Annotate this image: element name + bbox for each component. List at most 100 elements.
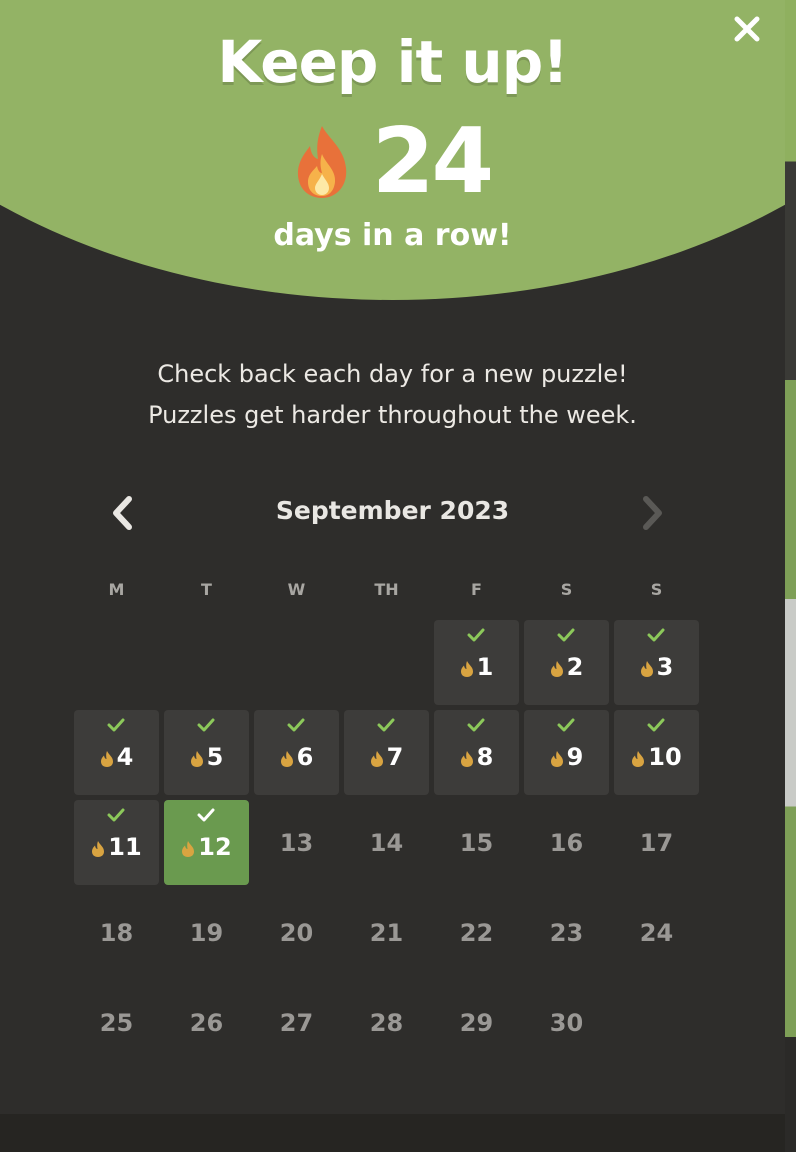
calendar-day: 18 bbox=[74, 890, 159, 975]
flame-icon bbox=[280, 750, 293, 767]
info-line-1: Check back each day for a new puzzle! bbox=[157, 360, 628, 388]
fire-icon bbox=[297, 126, 347, 198]
calendar-day: 20 bbox=[254, 890, 339, 975]
background-window-edge bbox=[785, 0, 796, 1152]
day-number: 22 bbox=[459, 918, 494, 947]
day-number: 17 bbox=[639, 828, 674, 857]
flame-icon bbox=[92, 840, 105, 857]
check-icon bbox=[287, 718, 305, 732]
calendar-day[interactable]: 12 bbox=[164, 800, 249, 885]
calendar-day[interactable]: 8 bbox=[434, 710, 519, 795]
day-number: 25 bbox=[99, 1008, 134, 1037]
next-month-button[interactable] bbox=[631, 490, 675, 536]
day-number: 4 bbox=[116, 742, 134, 771]
info-line-2: Puzzles get harder throughout the week. bbox=[148, 401, 637, 429]
streak-counter: 24 bbox=[0, 112, 785, 212]
weekday-label: S bbox=[650, 580, 663, 599]
day-number: 28 bbox=[369, 1008, 404, 1037]
streak-unit-label: days in a row! bbox=[273, 218, 512, 253]
day-number: 11 bbox=[108, 832, 142, 861]
calendar-day: 21 bbox=[344, 890, 429, 975]
flame-icon bbox=[370, 750, 383, 767]
calendar-day-content: 5 bbox=[190, 743, 223, 771]
calendar-day: 16 bbox=[524, 800, 609, 885]
calendar-day[interactable]: 4 bbox=[74, 710, 159, 795]
weekday-label: F bbox=[471, 580, 482, 599]
calendar-day: 13 bbox=[254, 800, 339, 885]
modal-title: Keep it up! bbox=[217, 28, 568, 96]
calendar-day[interactable]: 10 bbox=[614, 710, 699, 795]
calendar-day: 17 bbox=[614, 800, 699, 885]
calendar-day-content: 12 bbox=[181, 832, 232, 861]
check-icon bbox=[647, 718, 665, 732]
month-label: September 2023 bbox=[275, 496, 510, 525]
flame-icon bbox=[640, 660, 653, 677]
day-number: 29 bbox=[459, 1008, 494, 1037]
calendar-day: 22 bbox=[434, 890, 519, 975]
day-number: 2 bbox=[566, 652, 584, 681]
calendar-day: 27 bbox=[254, 980, 339, 1065]
calendar-day-content: 7 bbox=[370, 742, 404, 771]
chevron-right-icon bbox=[643, 496, 662, 530]
flame-icon bbox=[632, 750, 645, 767]
calendar-day: 28 bbox=[344, 980, 429, 1065]
calendar-day[interactable]: 3 bbox=[614, 620, 699, 705]
day-number: 15 bbox=[459, 828, 494, 857]
calendar-day: 19 bbox=[164, 890, 249, 975]
day-number: 14 bbox=[369, 828, 404, 857]
day-number: 26 bbox=[189, 1008, 224, 1037]
weekday-header: M T W TH F S S bbox=[74, 580, 699, 599]
calendar-day: 23 bbox=[524, 890, 609, 975]
weekday-label: T bbox=[201, 580, 212, 599]
calendar-day: 15 bbox=[434, 800, 519, 885]
flame-icon bbox=[100, 750, 113, 767]
day-number: 21 bbox=[369, 918, 404, 947]
calendar-day-content: 3 bbox=[640, 652, 674, 681]
day-number: 27 bbox=[279, 1008, 314, 1037]
calendar-day-content: 10 bbox=[631, 742, 682, 771]
check-icon bbox=[197, 718, 215, 732]
calendar-day: 26 bbox=[164, 980, 249, 1065]
day-number: 12 bbox=[198, 832, 232, 861]
day-number: 3 bbox=[656, 652, 674, 681]
day-number: 19 bbox=[189, 918, 224, 947]
weekday-label: TH bbox=[374, 580, 399, 599]
calendar-day-content: 8 bbox=[460, 742, 494, 771]
day-number: 8 bbox=[476, 742, 494, 771]
footer-bar bbox=[0, 1114, 785, 1152]
day-number: 20 bbox=[279, 918, 314, 947]
check-icon bbox=[557, 718, 575, 732]
month-navigation: September 2023 bbox=[100, 490, 685, 536]
day-number: 23 bbox=[549, 918, 584, 947]
check-icon bbox=[557, 628, 575, 642]
calendar-day[interactable]: 5 bbox=[164, 710, 249, 795]
calendar-day[interactable]: 9 bbox=[524, 710, 609, 795]
calendar-day[interactable]: 2 bbox=[524, 620, 609, 705]
calendar-day[interactable]: 6 bbox=[254, 710, 339, 795]
day-number: 9 bbox=[566, 742, 584, 771]
calendar-day-content: 2 bbox=[550, 652, 584, 681]
check-icon bbox=[467, 718, 485, 732]
day-number: 16 bbox=[549, 828, 584, 857]
calendar-blank-cell bbox=[74, 620, 159, 705]
weekday-label: W bbox=[287, 580, 306, 599]
calendar-day: 30 bbox=[524, 980, 609, 1065]
calendar-day-content: 1 bbox=[460, 653, 493, 681]
calendar-day: 25 bbox=[74, 980, 159, 1065]
weekday-label: M bbox=[108, 580, 125, 599]
calendar-blank-cell bbox=[254, 620, 339, 705]
flame-icon bbox=[550, 660, 563, 677]
streak-count: 24 bbox=[371, 109, 494, 214]
day-number: 13 bbox=[279, 828, 314, 857]
calendar-day[interactable]: 11 bbox=[74, 800, 159, 885]
flame-icon bbox=[460, 750, 473, 767]
flame-icon bbox=[460, 660, 473, 677]
day-number: 7 bbox=[386, 742, 404, 771]
check-icon bbox=[467, 628, 485, 642]
calendar-day: 29 bbox=[434, 980, 519, 1065]
check-icon bbox=[107, 808, 125, 822]
calendar-day[interactable]: 7 bbox=[344, 710, 429, 795]
calendar-day[interactable]: 1 bbox=[434, 620, 519, 705]
calendar-day-content: 11 bbox=[91, 832, 142, 861]
day-number: 10 bbox=[648, 742, 682, 771]
